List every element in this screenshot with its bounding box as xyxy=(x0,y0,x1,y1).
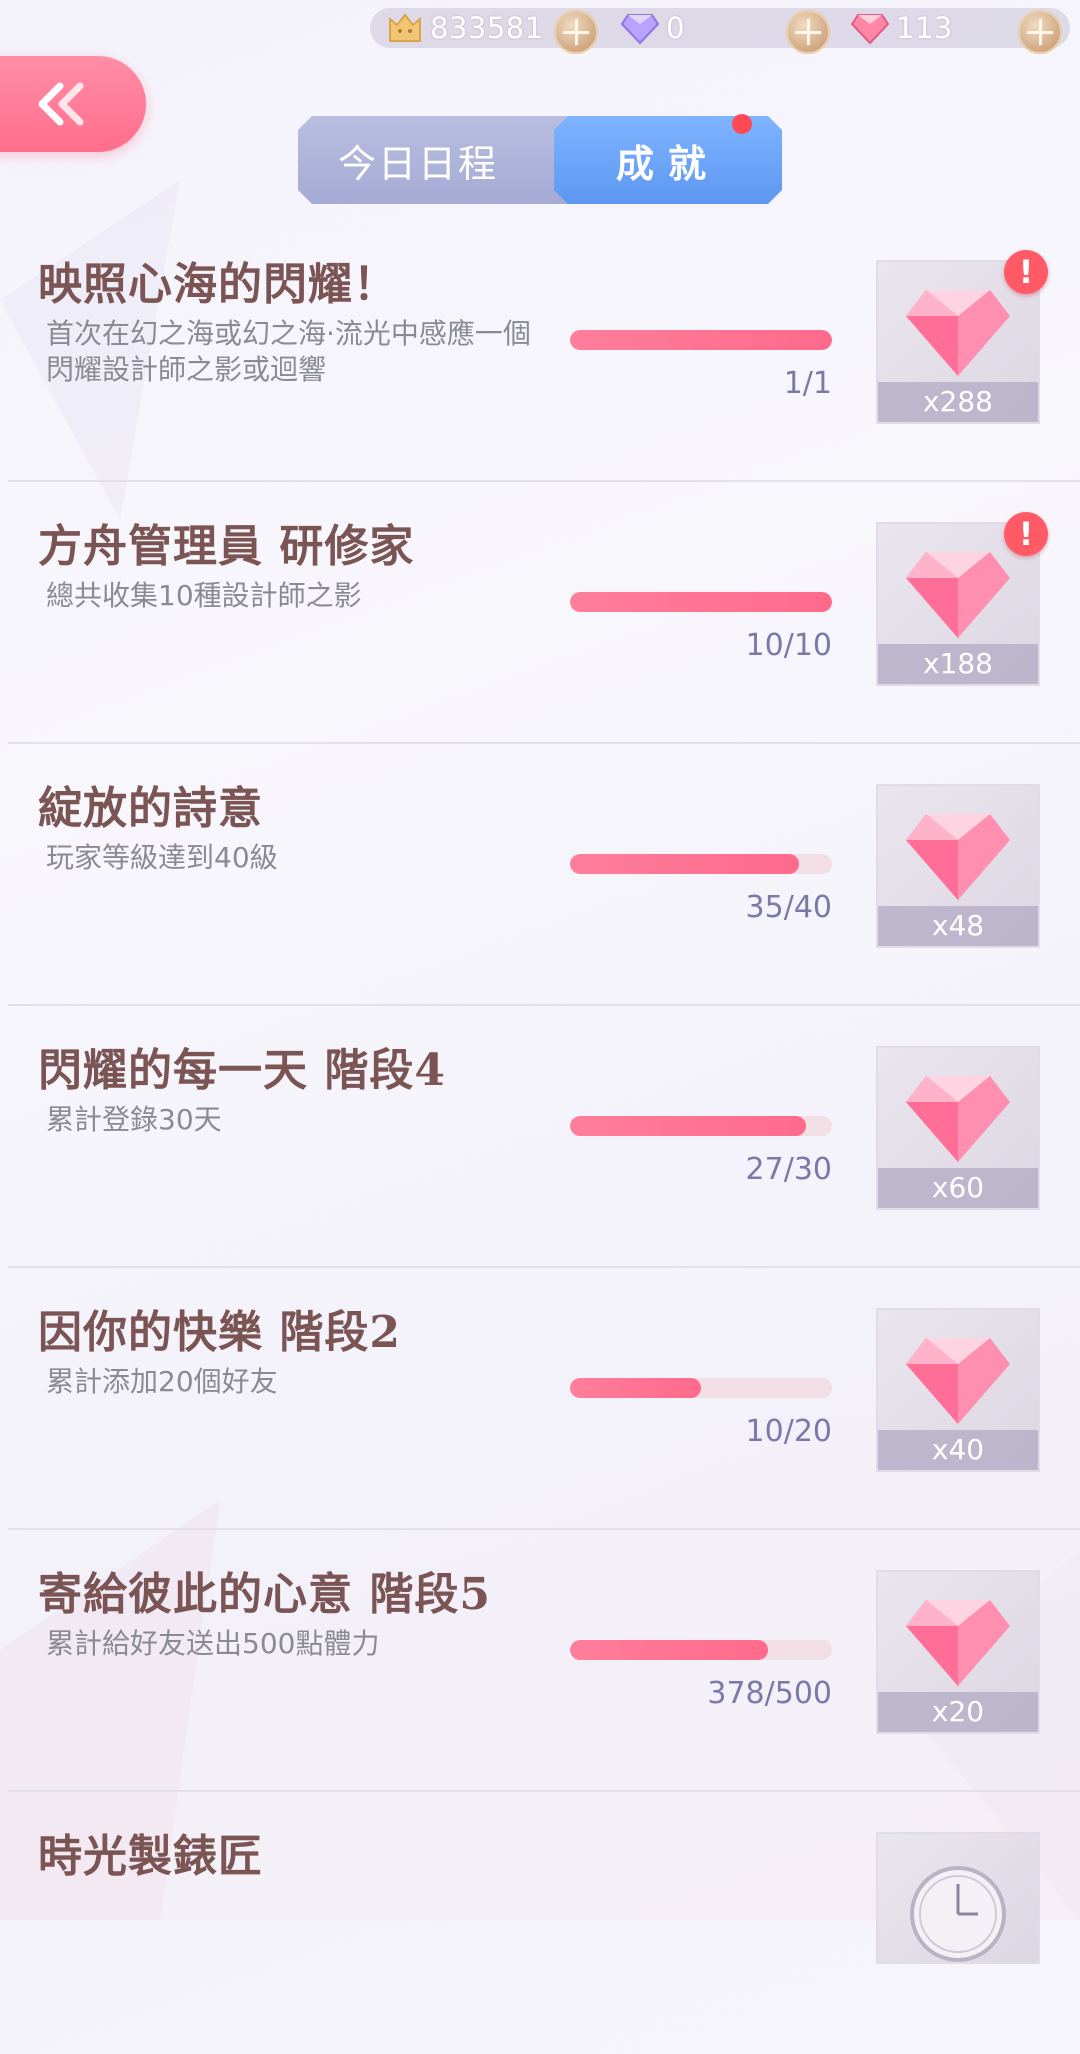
achievement-progress-text: 1/1 xyxy=(783,366,832,401)
purple-diamond-currency: 0 xyxy=(620,8,685,48)
double-chevron-left-icon xyxy=(38,82,84,126)
add-gold-button[interactable] xyxy=(554,10,598,54)
pocket-watch-reward-icon xyxy=(910,1866,1006,1962)
progress-fill xyxy=(570,592,832,612)
add-purple-diamond-button[interactable] xyxy=(786,10,830,54)
pink-diamond-reward-icon xyxy=(906,290,1010,376)
tab-bar: 今日日程 成就 xyxy=(298,116,782,204)
pink-diamond-reward-icon xyxy=(906,814,1010,900)
reward-quantity: x20 xyxy=(878,1692,1038,1732)
achievement-progress-text: 10/10 xyxy=(745,628,832,663)
achievement-title: 閃耀的每一天 階段4 xyxy=(38,1045,446,1096)
notification-dot xyxy=(732,114,752,134)
pink-diamond-reward-icon xyxy=(906,552,1010,638)
reward-quantity: x188 xyxy=(878,644,1038,684)
reward-slot[interactable]: x40 xyxy=(876,1308,1040,1472)
achievement-title: 寄給彼此的心意 階段5 xyxy=(38,1569,491,1620)
reward-quantity: x48 xyxy=(878,906,1038,946)
achievement-progress-text: 10/20 xyxy=(745,1414,832,1449)
reward-slot[interactable]: x48 xyxy=(876,784,1040,948)
achievement-title: 綻放的詩意 xyxy=(38,783,263,834)
achievement-row: 因你的快樂 階段2 累計添加20個好友 10/20 x40 xyxy=(0,1268,1080,1530)
pink-diamond-currency: 113 xyxy=(850,8,953,48)
purple-diamond-amount: 0 xyxy=(666,11,685,45)
tab-today-schedule[interactable]: 今日日程 xyxy=(298,116,538,204)
achievement-row: 映照心海的閃耀！ 首次在幻之海或幻之海·流光中感應一個閃耀設計師之影或迴響 1/… xyxy=(0,220,1080,482)
achievement-row: 時光製錶匠 xyxy=(0,1792,1080,2054)
gold-coin-amount: 833581 xyxy=(430,11,544,45)
achievement-progress-text: 378/500 xyxy=(707,1676,832,1711)
achievement-progress-bar xyxy=(570,330,832,350)
reward-quantity: x60 xyxy=(878,1168,1038,1208)
achievement-row: 綻放的詩意 玩家等級達到40級 35/40 x48 xyxy=(0,744,1080,1006)
pink-diamond-reward-icon xyxy=(906,1076,1010,1162)
achievement-progress-bar xyxy=(570,1378,832,1398)
progress-fill xyxy=(570,1116,806,1136)
back-button[interactable] xyxy=(0,56,146,152)
claimable-alert-icon: ! xyxy=(1004,250,1048,294)
purple-diamond-icon xyxy=(620,14,660,45)
cat-coin-icon xyxy=(389,13,421,42)
achievement-description: 總共收集10種設計師之影 xyxy=(46,579,362,612)
currency-bar: 833581 0 113 xyxy=(370,8,1070,54)
reward-slot[interactable]: x60 xyxy=(876,1046,1040,1210)
progress-fill xyxy=(570,854,800,874)
achievement-progress-bar xyxy=(570,1640,832,1660)
progress-fill xyxy=(570,330,832,350)
achievement-description: 累計登錄30天 xyxy=(46,1103,222,1136)
achievement-progress-text: 27/30 xyxy=(745,1152,832,1187)
achievement-description: 累計給好友送出500點體力 xyxy=(46,1627,380,1660)
reward-slot[interactable]: x20 xyxy=(876,1570,1040,1734)
achievement-title: 映照心海的閃耀！ xyxy=(38,259,398,310)
achievement-progress-bar xyxy=(570,854,832,874)
claimable-alert-icon: ! xyxy=(1004,512,1048,556)
progress-fill xyxy=(570,1640,769,1660)
achievement-row: 方舟管理員 研修家 總共收集10種設計師之影 10/10 x188 ! xyxy=(0,482,1080,744)
gold-coin-currency: 833581 xyxy=(386,8,544,48)
add-pink-diamond-button[interactable] xyxy=(1018,10,1062,54)
achievement-description: 玩家等級達到40級 xyxy=(46,841,278,874)
pink-diamond-reward-icon xyxy=(906,1600,1010,1686)
achievement-progress-text: 35/40 xyxy=(745,890,832,925)
reward-quantity: x288 xyxy=(878,382,1038,422)
pink-diamond-reward-icon xyxy=(906,1338,1010,1424)
reward-slot[interactable] xyxy=(876,1832,1040,1964)
achievement-progress-bar xyxy=(570,592,832,612)
achievement-progress-bar xyxy=(570,1116,832,1136)
pink-diamond-icon xyxy=(850,14,890,45)
achievement-row: 寄給彼此的心意 階段5 累計給好友送出500點體力 378/500 x20 xyxy=(0,1530,1080,1792)
achievement-title: 方舟管理員 研修家 xyxy=(38,521,415,572)
reward-quantity: x40 xyxy=(878,1430,1038,1470)
achievement-title: 因你的快樂 階段2 xyxy=(38,1307,401,1358)
progress-fill xyxy=(570,1378,701,1398)
achievement-row: 閃耀的每一天 階段4 累計登錄30天 27/30 x60 xyxy=(0,1006,1080,1268)
achievement-description: 首次在幻之海或幻之海·流光中感應一個閃耀設計師之影或迴響 xyxy=(46,317,531,386)
achievement-description: 累計添加20個好友 xyxy=(46,1365,278,1398)
achievement-title: 時光製錶匠 xyxy=(38,1831,263,1882)
pink-diamond-amount: 113 xyxy=(896,11,953,45)
